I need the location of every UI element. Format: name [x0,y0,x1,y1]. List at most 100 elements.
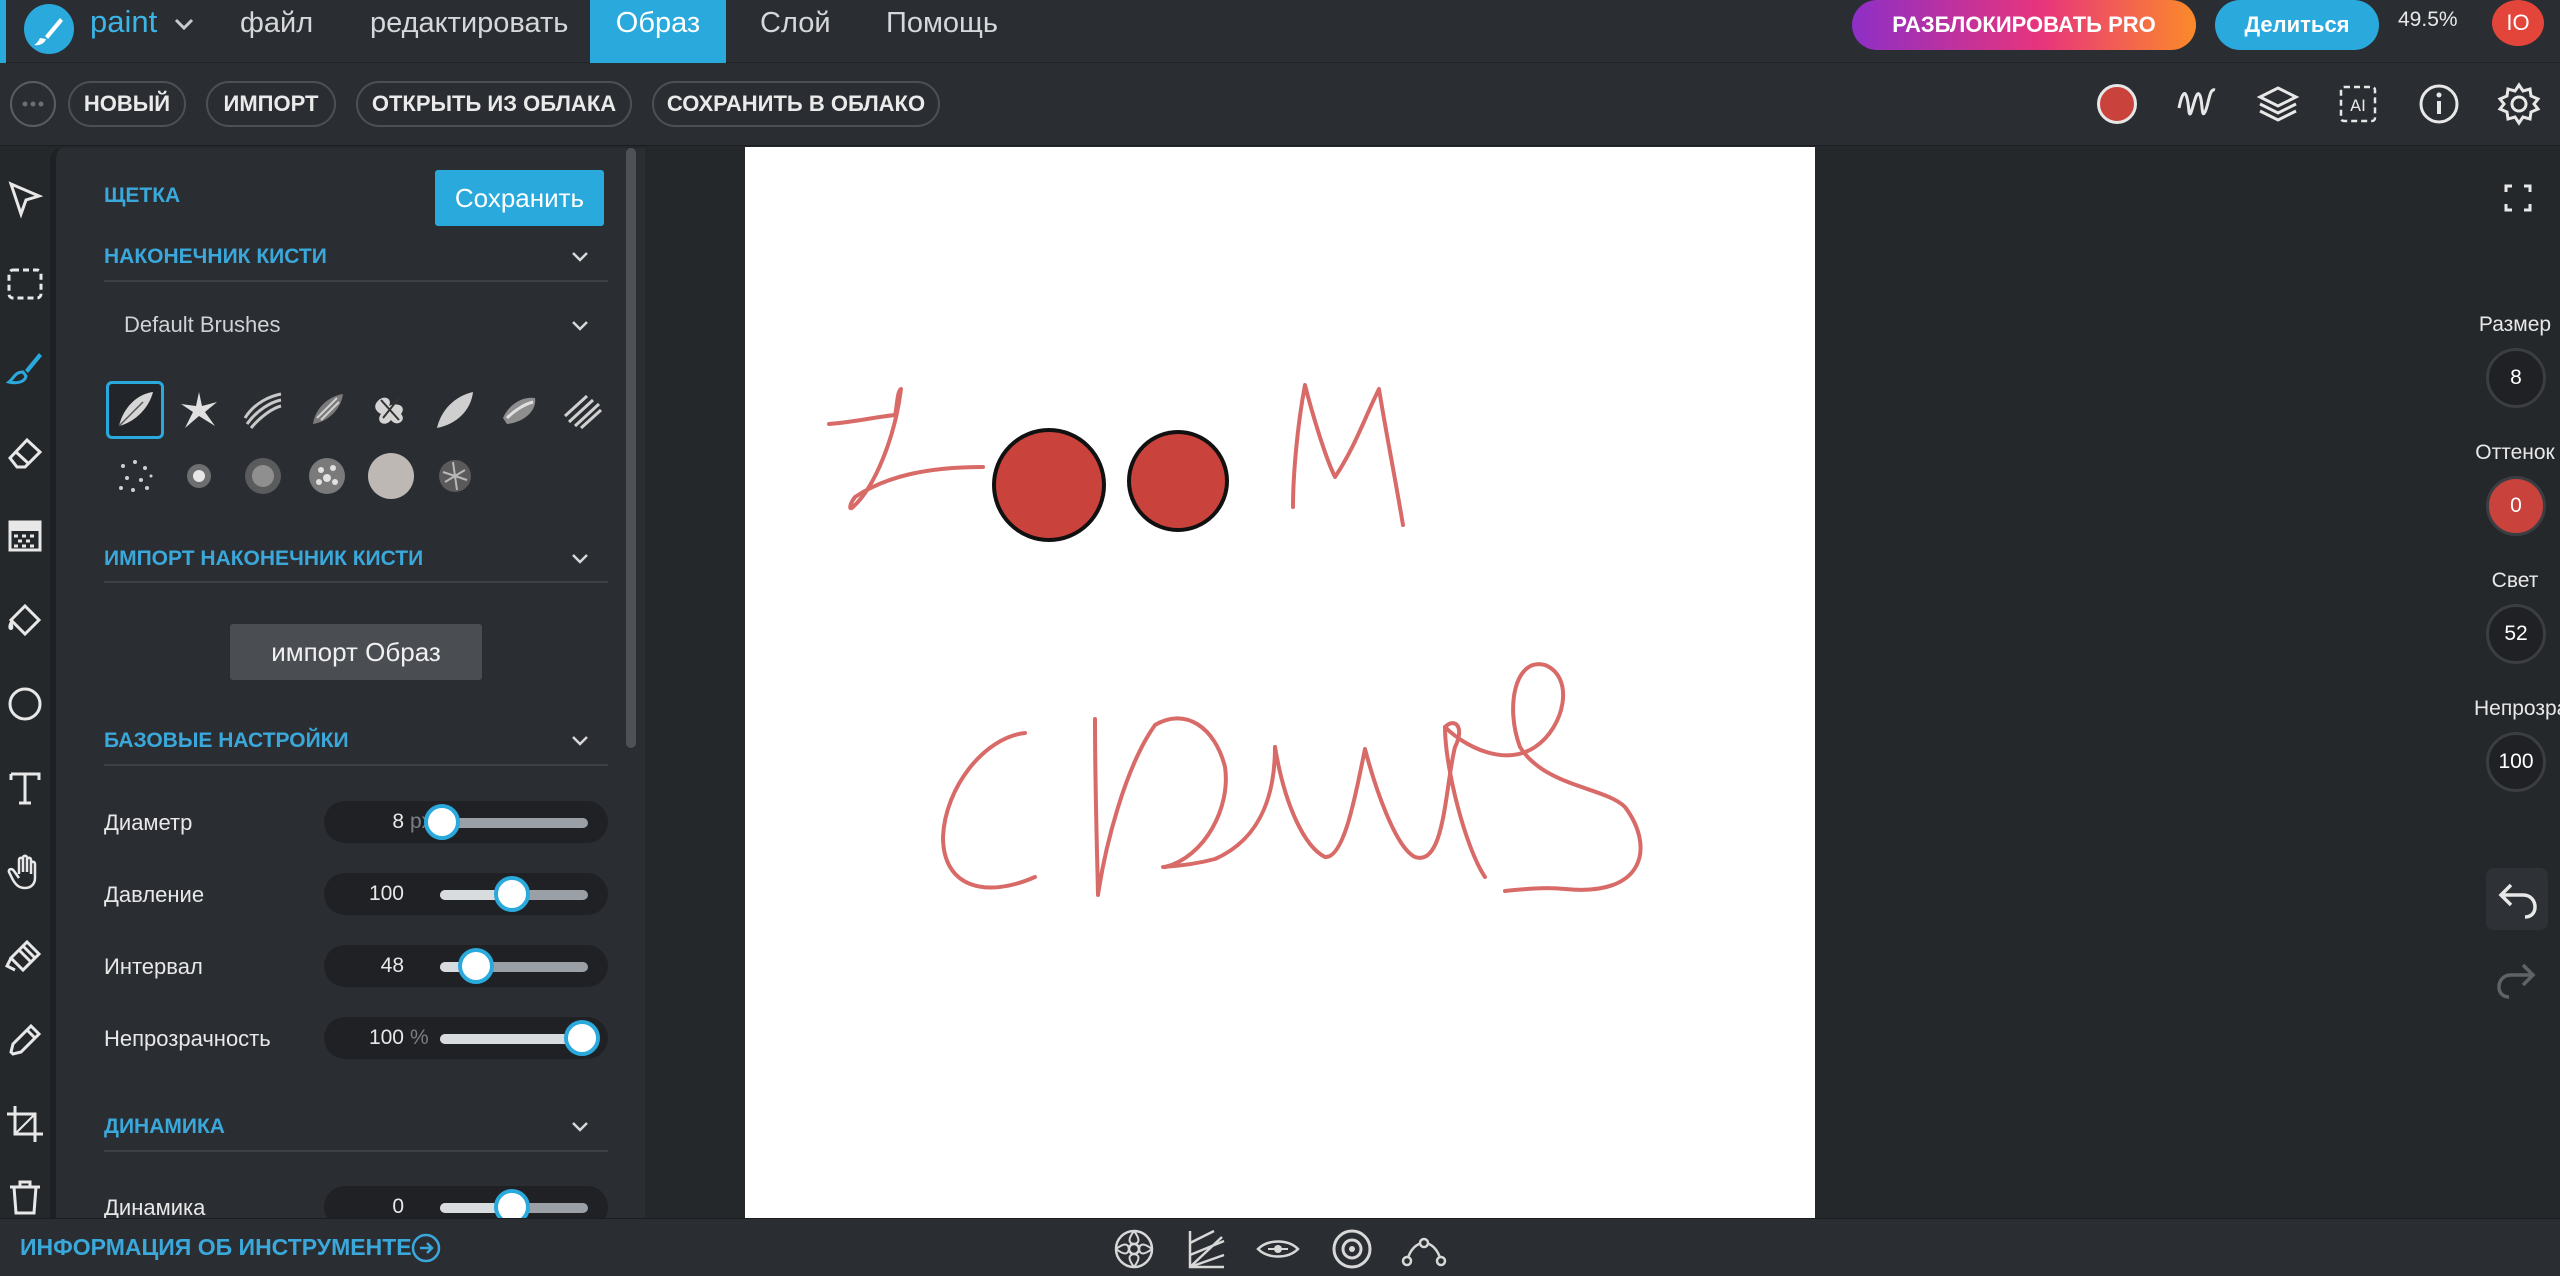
menu-image[interactable]: Образ [590,0,726,63]
slider-knob[interactable] [458,948,494,984]
brush-tip-spots[interactable] [298,447,356,505]
brush-tip-smudge[interactable] [490,381,548,439]
chevron-down-icon[interactable] [568,245,592,269]
new-button[interactable]: НОВЫЙ [68,81,186,127]
save-brush-button[interactable]: Сохранить [435,170,604,226]
brush-set-select[interactable]: Default Brushes [124,312,281,338]
open-cloud-button[interactable]: ОТКРЫТЬ ИЗ ОБЛАКА [356,81,632,127]
mandala-icon[interactable] [1110,1226,1158,1272]
menu-layer[interactable]: Слой [742,0,849,63]
eye-symmetry-icon[interactable] [1254,1226,1302,1272]
save-cloud-button[interactable]: СОХРАНИТЬ В ОБЛАКО [652,81,940,127]
brush-tip-section-title[interactable]: НАКОНЕЧНИК КИСТИ [104,245,327,269]
brush-tip-chalk[interactable] [298,381,356,439]
diameter-value[interactable]: 8 [324,810,404,834]
undo-button[interactable] [2486,868,2548,930]
wave-icon[interactable] [2172,79,2222,129]
spacing-label: Интервал [104,954,203,979]
slider-knob[interactable] [564,1020,600,1056]
arrow-right-circle-icon[interactable] [410,1232,442,1264]
more-dots-icon [22,101,44,107]
light-value[interactable]: 52 [2486,604,2546,664]
drawing-canvas[interactable] [745,147,1815,1218]
brush-tip-dots[interactable] [106,447,164,505]
section-divider [104,581,608,583]
app-logo[interactable]: paint [0,0,210,63]
select-arrow-icon[interactable] [0,170,50,230]
spacing-slider[interactable]: 48 [324,945,608,987]
pressure-slider[interactable]: 100 [324,873,608,915]
slider-knob[interactable] [494,876,530,912]
import-image-button[interactable]: импорт Образ [230,624,482,680]
brush-tip-soft-star[interactable] [170,447,228,505]
opacity-slider[interactable]: 100 % [324,1017,608,1059]
unlock-pro-button[interactable]: РАЗБЛОКИРОВАТЬ PRO [1852,0,2196,50]
hand-pan-icon[interactable] [0,842,50,902]
chevron-down-icon[interactable] [568,729,592,753]
size-value[interactable]: 8 [2486,348,2546,408]
opacity-value[interactable]: 100 [324,1026,404,1050]
zoom-level[interactable]: 49.5% [2398,8,2458,32]
diameter-slider[interactable]: 8 px [324,801,608,843]
chevron-down-icon[interactable] [170,10,198,38]
menu-file[interactable]: файл [222,0,331,63]
panel-scrollbar[interactable] [626,148,636,748]
slider-knob[interactable] [494,1189,530,1218]
hue-label: Оттенок [2475,441,2555,464]
gear-icon[interactable] [2494,79,2544,129]
clone-stamp-icon[interactable] [0,926,50,986]
basic-settings-section-title[interactable]: БАЗОВЫЕ НАСТРОЙКИ [104,729,349,753]
import-tip-section-title[interactable]: ИМПОРТ НАКОНЕЧНИК КИСТИ [104,547,423,571]
brush-tip-feather[interactable] [426,381,484,439]
fullscreen-icon[interactable] [2498,178,2538,218]
ellipse-shape-icon[interactable] [0,674,50,734]
more-options-button[interactable] [10,81,56,127]
crop-icon[interactable] [0,1094,50,1154]
chevron-down-icon[interactable] [568,1115,592,1139]
chevron-down-icon[interactable] [568,547,592,571]
section-divider [104,280,608,282]
pattern-fill-icon[interactable] [0,506,50,566]
ai-icon[interactable]: AI [2333,79,2383,129]
brush-tip-splatter[interactable] [362,381,420,439]
paint-bucket-icon[interactable] [0,590,50,650]
info-icon[interactable] [2414,79,2464,129]
brush-tip-leaf[interactable] [106,381,164,439]
brush-tip-round-hard[interactable] [362,447,420,505]
user-avatar[interactable]: IO [2492,0,2544,46]
trash-icon[interactable] [0,1176,50,1218]
dynamics-section-title[interactable]: ДИНАМИКА [104,1115,225,1139]
menu-help[interactable]: Помощь [868,0,1016,63]
dynamics-value[interactable]: 0 [324,1195,404,1218]
marquee-select-icon[interactable] [0,254,50,314]
brush-tip-streak[interactable] [234,381,292,439]
brush-tip-hatch[interactable] [554,381,612,439]
diameter-label: Диаметр [104,810,193,835]
radial-icon[interactable] [1328,1226,1376,1272]
brush-icon[interactable] [0,338,50,398]
redo-button[interactable] [2486,948,2548,1010]
brush-tip-texture[interactable] [426,447,484,505]
chevron-down-icon[interactable] [568,314,592,338]
brush-tip-star[interactable] [170,381,228,439]
import-button[interactable]: ИМПОРТ [206,81,336,127]
menu-edit[interactable]: редактировать [352,0,586,63]
text-icon[interactable] [0,758,50,818]
share-button[interactable]: Делиться [2215,0,2379,50]
dynamics-slider[interactable]: 0 [324,1186,608,1218]
eraser-icon[interactable] [0,422,50,482]
hue-value[interactable]: 0 [2486,476,2546,536]
layers-icon[interactable] [2253,79,2303,129]
pressure-value[interactable]: 100 [324,882,404,906]
color-swatch-icon[interactable] [2097,84,2137,124]
curve-nodes-icon[interactable] [1400,1226,1448,1272]
brush-tip-noise[interactable] [234,447,292,505]
spacing-value[interactable]: 48 [324,954,404,978]
slider-track[interactable] [440,818,588,828]
section-divider [104,1150,608,1152]
eyedropper-icon[interactable] [0,1010,50,1070]
perspective-icon[interactable] [1182,1226,1230,1272]
tool-info-link[interactable]: ИНФОРМАЦИЯ ОБ ИНСТРУМЕНТЕ [20,1234,412,1261]
opacity-control-value[interactable]: 100 [2486,732,2546,792]
slider-knob[interactable] [424,804,460,840]
